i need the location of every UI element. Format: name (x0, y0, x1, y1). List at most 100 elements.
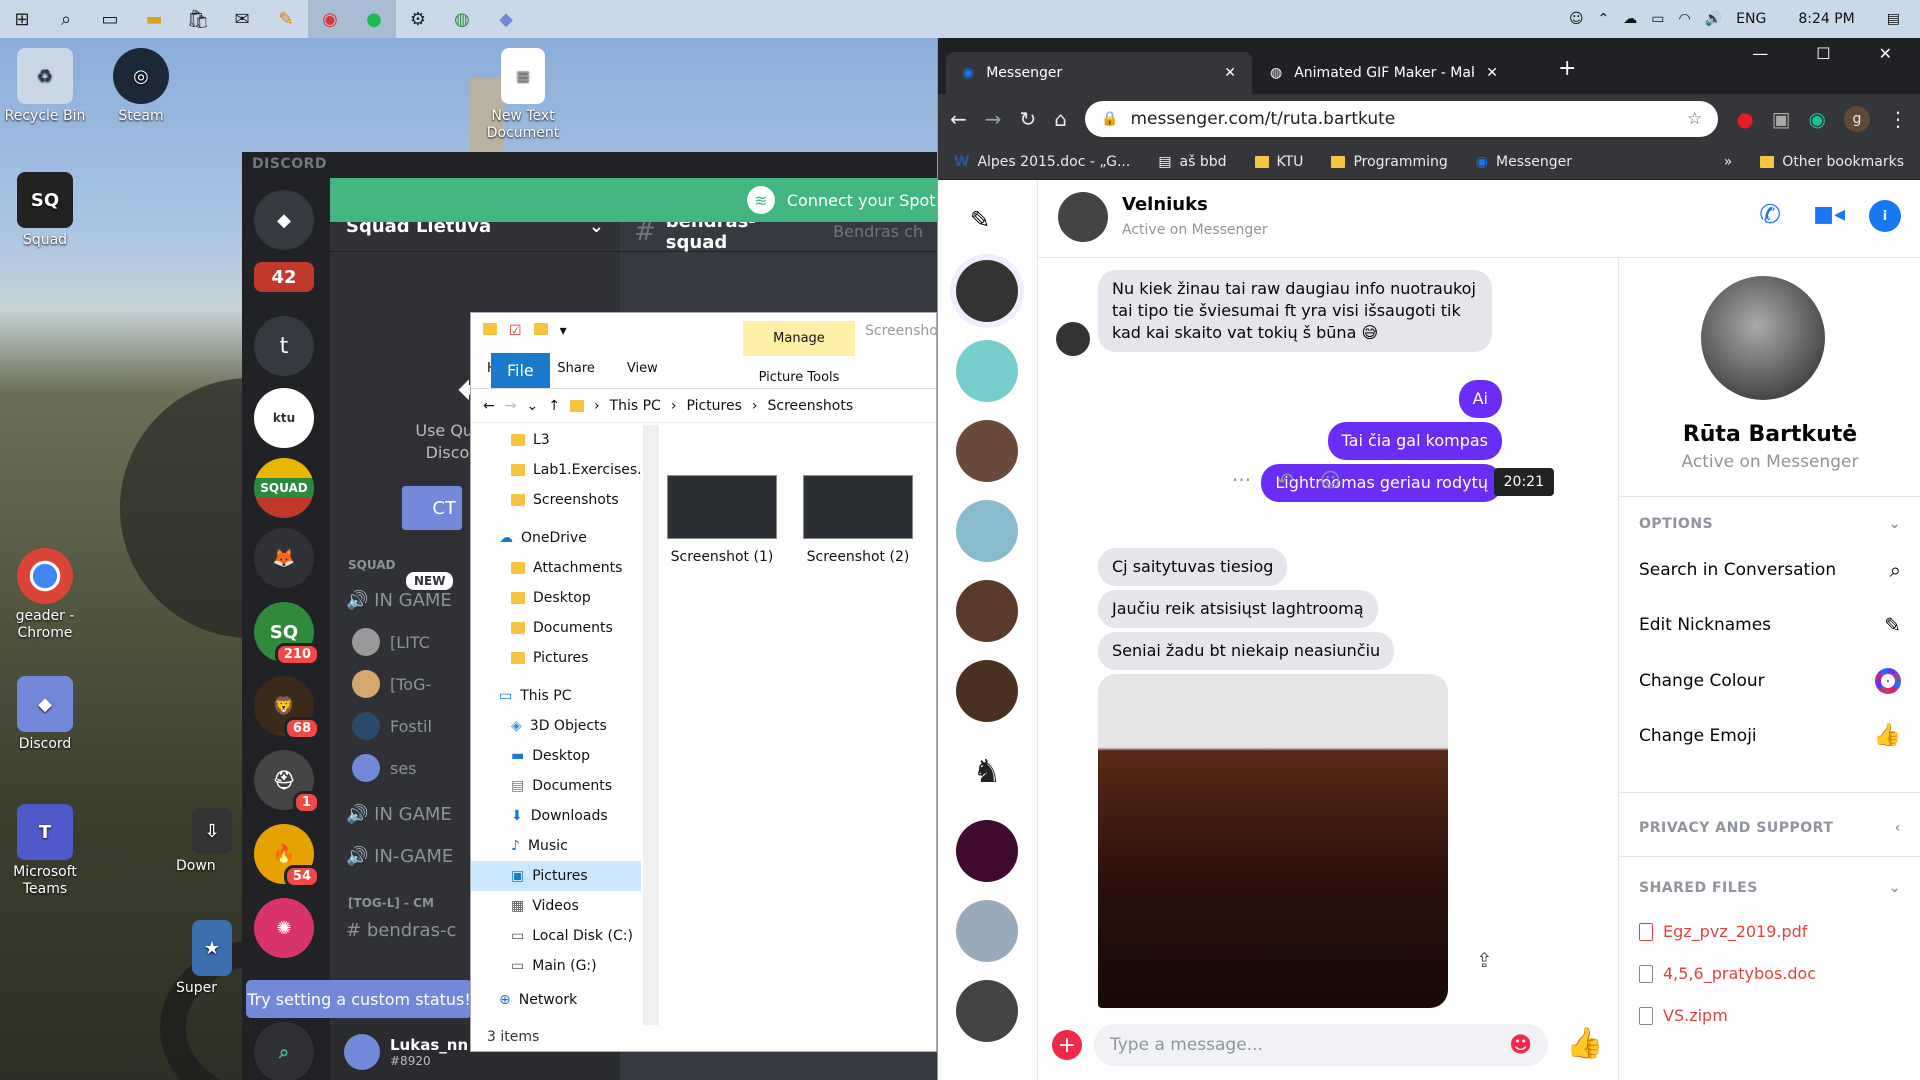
new-folder-icon[interactable] (533, 323, 548, 335)
desktop-icon-chrome[interactable]: geader - Chrome (0, 548, 90, 642)
voice-channel-in-game[interactable]: 🔊 IN-GAME (346, 846, 453, 867)
desktop-icon-new-text-document[interactable]: ≡ New Text Document (478, 48, 568, 142)
file-thumbnail[interactable] (667, 475, 777, 539)
forward-icon[interactable]: → (505, 398, 517, 414)
omnibox[interactable]: 🔒 messenger.com/t/ruta.bartkute ☆ (1085, 101, 1719, 137)
battery-icon[interactable]: ▭ (1651, 11, 1664, 27)
guild-42[interactable]: 42 (254, 262, 314, 292)
tab-file[interactable]: File (491, 353, 550, 388)
nav-network[interactable]: ⊕ Network (471, 985, 641, 1015)
back-icon[interactable]: ← (483, 398, 495, 414)
bookmark[interactable]: KTU (1254, 154, 1303, 170)
voice-user[interactable]: [LITC (352, 628, 430, 656)
people-icon[interactable]: ☺ (1569, 11, 1584, 27)
folder-icon[interactable] (483, 323, 497, 335)
guild-lion[interactable]: 🦁 68 (254, 676, 320, 740)
profile-avatar[interactable] (1701, 276, 1825, 400)
chrome-taskbar-icon[interactable]: ◉ (308, 0, 352, 38)
option-emoji[interactable]: Change Emoji 👍 (1639, 723, 1901, 748)
guild-cre[interactable]: 🦊 (254, 528, 314, 588)
shared-file[interactable]: VS.zipm (1639, 1006, 1728, 1025)
green-app-icon[interactable]: ◍ (440, 0, 484, 38)
close-icon[interactable]: ✕ (1224, 65, 1236, 81)
bookmark[interactable]: ▤ aš bbd (1158, 154, 1226, 170)
recent-icon[interactable]: ⌄ (526, 398, 538, 414)
reply-icon[interactable]: ↶ (1277, 468, 1294, 492)
file-name[interactable]: Screenshot (1) (657, 549, 787, 565)
explore-icon[interactable]: ⌕ (254, 1022, 314, 1080)
nav-item[interactable]: ▦ Videos (471, 891, 641, 921)
bookmark[interactable]: ◉ Messenger (1476, 154, 1572, 170)
bookmarks-overflow[interactable]: » (1724, 154, 1733, 170)
clock[interactable]: 8:24 PM (1798, 11, 1854, 27)
conversation-avatar[interactable] (956, 340, 1018, 402)
conversation-avatar[interactable] (956, 260, 1018, 322)
info-icon[interactable]: i (1869, 200, 1901, 232)
voice-user[interactable]: Fostil (352, 712, 432, 740)
notification-icon[interactable]: ▤ (1887, 11, 1900, 27)
option-nicknames[interactable]: Edit Nicknames ✎ (1639, 613, 1901, 637)
compose-icon[interactable]: ✎ (970, 206, 990, 234)
bookmark[interactable]: W Alpes 2015.doc - „G... (954, 154, 1130, 170)
message-bubble[interactable]: Ai (1458, 380, 1502, 418)
nav-item[interactable]: ◈ 3D Objects (471, 711, 641, 741)
guild-fire[interactable]: 🔥 54 (254, 824, 320, 888)
message-bubble[interactable]: Seniai žadu bt niekaip neasiunčiu (1098, 632, 1395, 670)
voice-user[interactable]: ses (352, 754, 417, 782)
spotify-taskbar-icon[interactable]: ● (352, 0, 396, 38)
shared-file[interactable]: 4,5,6_pratybos.doc (1639, 964, 1816, 983)
conversation-avatar[interactable] (956, 820, 1018, 882)
desktop-icon-down[interactable]: ⇩ Down (176, 808, 236, 875)
quick-switcher-button[interactable]: CT (402, 486, 462, 530)
message-bubble[interactable]: Cj saitytuvas tiesiog (1098, 548, 1288, 586)
nav-item[interactable]: Screenshots (471, 485, 641, 515)
option-colour[interactable]: Change Colour (1639, 668, 1901, 694)
nav-item[interactable]: Lab1.Exercises.sa (471, 455, 641, 485)
settings-icon[interactable]: ⚙ (396, 0, 440, 38)
nav-item[interactable]: Documents (471, 613, 641, 643)
conversation-avatar[interactable] (956, 980, 1018, 1042)
share-icon[interactable]: ⇪ (1476, 948, 1493, 972)
guild-pink[interactable]: ✺ (254, 898, 314, 958)
app-icon[interactable]: ✎ (264, 0, 308, 38)
guild-helmet[interactable]: ⛑ 1 (254, 750, 320, 814)
bookmark[interactable]: Programming (1331, 154, 1448, 170)
thumbs-up-icon[interactable]: 👍 (1566, 1026, 1603, 1061)
chevron-up-icon[interactable]: ⌃ (1598, 11, 1610, 27)
phone-icon[interactable]: ✆ (1759, 200, 1781, 230)
spotify-connect-banner[interactable]: ≋ Connect your Spoti (330, 178, 940, 222)
voice-user[interactable]: [ToG- (352, 670, 431, 698)
extension-icon[interactable]: ▣ (1772, 107, 1791, 131)
guild-ktu[interactable]: ktu (254, 388, 314, 448)
maximize-icon[interactable]: ☐ (1816, 44, 1830, 63)
nav-item[interactable]: L3 (471, 425, 641, 455)
nav-item[interactable]: Pictures (471, 643, 641, 673)
nav-item[interactable]: Attachments (471, 553, 641, 583)
compose-input[interactable]: Type a message... ☻ (1094, 1024, 1548, 1066)
grammarly-icon[interactable]: ◉ (1809, 107, 1826, 131)
voice-channel-in-game[interactable]: 🔊 IN GAME (346, 804, 452, 825)
language-indicator[interactable]: ENG (1736, 11, 1766, 27)
desktop-icon-steam[interactable]: ◎ Steam (96, 48, 186, 125)
nav-item[interactable]: ▭ Local Disk (C:) (471, 921, 641, 951)
desktop-icon-discord[interactable]: ◆ Discord (0, 676, 90, 753)
conversation-avatar[interactable] (956, 500, 1018, 562)
tab-messenger[interactable]: ◉ Messenger ✕ (946, 52, 1252, 94)
emoji-icon[interactable]: ☻ (1509, 1033, 1532, 1058)
new-tab-icon[interactable]: + (1558, 56, 1576, 81)
breadcrumb-this-pc[interactable]: This PC (610, 398, 661, 414)
conversation-avatar[interactable] (956, 900, 1018, 962)
conversation-avatar[interactable] (956, 420, 1018, 482)
file-thumbnail[interactable] (803, 475, 913, 539)
tab-gif-maker[interactable]: ◍ Animated GIF Maker - Make GIFs ✕ (1254, 52, 1514, 94)
menu-icon[interactable]: ⋮ (1888, 107, 1908, 131)
options-header[interactable]: OPTIONS ⌄ (1639, 516, 1901, 532)
nav-item[interactable]: ▭ Main (G:) (471, 951, 641, 981)
wifi-icon[interactable]: ◠ (1679, 11, 1691, 27)
contact-avatar[interactable] (1058, 192, 1108, 242)
discord-taskbar-icon[interactable]: ◆ (484, 0, 528, 38)
message-bubble[interactable]: Jaučiu reik atsisiųst laghtroomą (1098, 590, 1378, 628)
category-squad[interactable]: SQUAD (348, 558, 395, 572)
conversation-avatar[interactable] (956, 580, 1018, 642)
forward-icon[interactable]: → (985, 107, 1002, 131)
